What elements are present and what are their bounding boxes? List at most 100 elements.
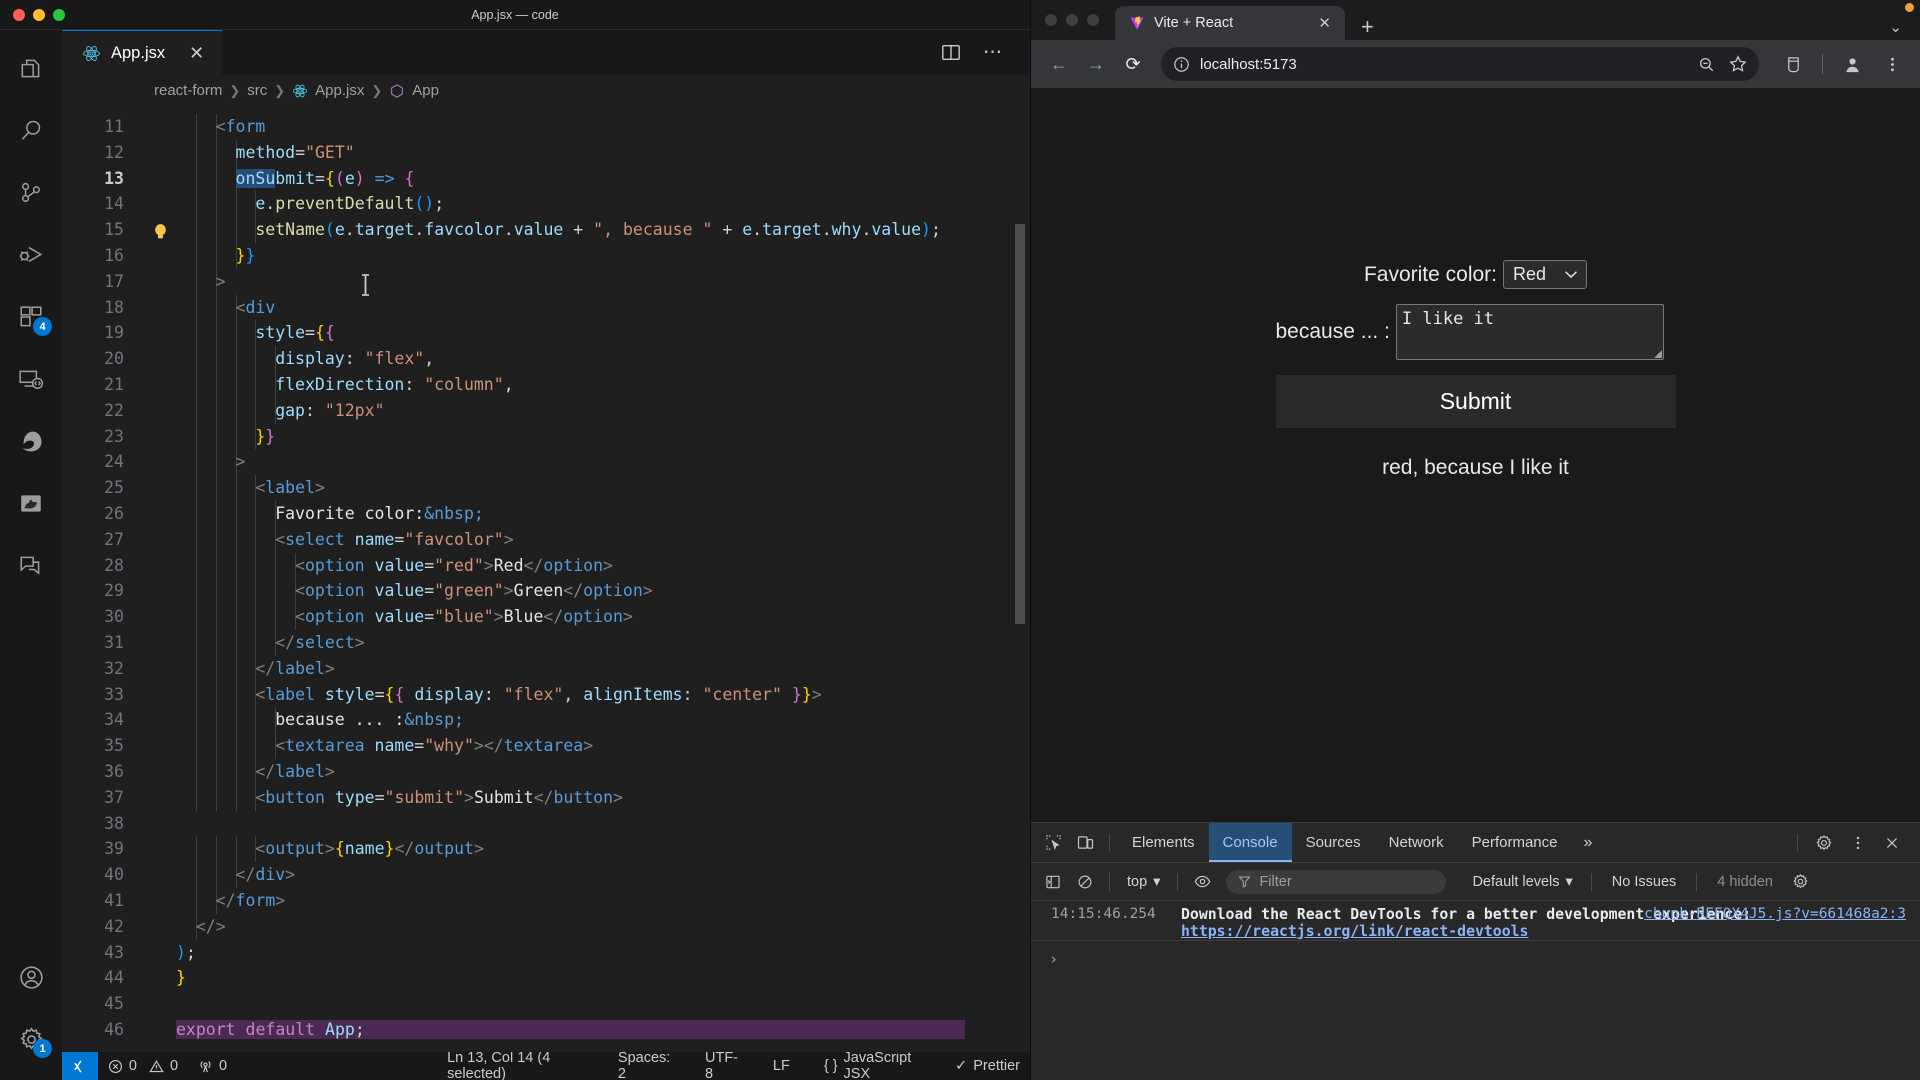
extensions-icon[interactable]: [1776, 47, 1810, 81]
sidebar-item-explorer[interactable]: [0, 38, 62, 100]
tab-performance[interactable]: Performance: [1458, 823, 1572, 862]
favorite-color-select[interactable]: Red: [1503, 260, 1588, 289]
remote-indicator-button[interactable]: [62, 1052, 98, 1080]
sidebar-item-chat[interactable]: [0, 534, 62, 596]
code-line[interactable]: 33 <label style={{ display: "flex", align…: [62, 681, 1030, 708]
sidebar-item-accounts[interactable]: [0, 946, 62, 1008]
browser-tab[interactable]: Vite + React ✕: [1115, 6, 1345, 40]
editor-scrollbar[interactable]: [1015, 106, 1028, 1052]
console-sidebar-icon[interactable]: [1037, 868, 1069, 896]
tab-network[interactable]: Network: [1375, 823, 1458, 862]
tab-app-jsx[interactable]: App.jsx ✕: [62, 30, 223, 75]
code-line[interactable]: 11 <form: [62, 114, 1030, 140]
console-levels-selector[interactable]: Default levels ▾: [1462, 874, 1582, 890]
maximize-window-button[interactable]: [1087, 14, 1099, 26]
code-line[interactable]: 38: [62, 811, 1030, 837]
star-icon[interactable]: [1729, 55, 1747, 73]
resize-grip-icon[interactable]: [1653, 350, 1662, 358]
code-line[interactable]: 46 export default App;: [62, 1017, 1030, 1043]
browser-tab-close-button[interactable]: ✕: [1314, 14, 1335, 32]
sidebar-item-extensions[interactable]: 4: [0, 286, 62, 348]
code-line[interactable]: 15 setName(e.target.favcolor.value + ", b…: [62, 217, 1030, 243]
sidebar-item-settings[interactable]: 1: [0, 1008, 62, 1070]
reload-button[interactable]: ⟳: [1116, 47, 1150, 81]
console-hidden-count[interactable]: 4 hidden: [1705, 874, 1785, 890]
status-language-mode[interactable]: { } JavaScript JSX: [814, 1050, 931, 1080]
console-message[interactable]: 14:15:46.254 chunk-REFQX4J5.js?v=661468a…: [1031, 901, 1920, 941]
device-toolbar-icon[interactable]: [1069, 829, 1101, 857]
code-line[interactable]: 42 </>: [62, 913, 1030, 940]
status-prettier[interactable]: ✓ Prettier: [945, 1058, 1030, 1074]
tab-console[interactable]: Console: [1208, 823, 1292, 862]
code-editor[interactable]: 11 <form 12 method="GET" 13 onSubmit={(e) => …: [62, 106, 1030, 1052]
code-line[interactable]: 32 </label>: [62, 655, 1030, 682]
sidebar-item-remote-explorer[interactable]: [0, 348, 62, 410]
code-line[interactable]: 25 <label>: [62, 475, 1030, 501]
info-circle-icon[interactable]: [1173, 56, 1190, 73]
back-button[interactable]: ←: [1042, 47, 1076, 81]
address-bar[interactable]: localhost:5173: [1161, 47, 1759, 81]
submit-button[interactable]: Submit: [1275, 375, 1676, 428]
close-window-button[interactable]: [13, 8, 25, 21]
code-line[interactable]: 30 <option value="blue">Blue</option>: [62, 604, 1030, 630]
code-line[interactable]: 43);: [62, 940, 1030, 966]
code-line[interactable]: 21 flexDirection: "column",: [62, 371, 1030, 398]
editor-scrollbar-thumb[interactable]: [1015, 224, 1025, 624]
console-issues-status[interactable]: No Issues: [1600, 874, 1688, 890]
breadcrumb[interactable]: react-form ❯ src ❯ App.jsx ❯ App: [62, 75, 1030, 106]
code-line[interactable]: 41 </form>: [62, 887, 1030, 914]
window-controls[interactable]: [0, 8, 65, 21]
split-editor-icon[interactable]: [941, 43, 961, 62]
console-message-source-link[interactable]: chunk-REFQX4J5.js?v=661468a2:3: [1644, 906, 1906, 922]
tab-close-button[interactable]: ✕: [189, 44, 204, 62]
code-line[interactable]: 35 <textarea name="why"></textarea>: [62, 733, 1030, 759]
code-line[interactable]: 20 display: "flex",: [62, 346, 1030, 372]
minimize-window-button[interactable]: [33, 8, 45, 21]
browser-window-controls[interactable]: [1045, 0, 1115, 40]
code-line[interactable]: 44}: [62, 965, 1030, 991]
breadcrumb-item-0[interactable]: react-form: [154, 82, 222, 99]
code-line[interactable]: 34 because ... :&nbsp;: [62, 707, 1030, 734]
code-line[interactable]: 31 </select>: [62, 629, 1030, 656]
code-line[interactable]: 40 </div>: [62, 862, 1030, 888]
code-line[interactable]: 22 gap: "12px": [62, 397, 1030, 424]
inspect-element-icon[interactable]: [1037, 829, 1069, 857]
code-lines[interactable]: 11 <form 12 method="GET" 13 onSubmit={(e) => …: [62, 106, 1030, 1043]
page-viewport[interactable]: Favorite color: Red because ... : I like…: [1031, 88, 1920, 822]
tab-search-chevron-icon[interactable]: ⌄: [1889, 18, 1920, 40]
status-cursor-position[interactable]: Ln 13, Col 14 (4 selected): [437, 1050, 594, 1080]
tab-sources[interactable]: Sources: [1292, 823, 1375, 862]
sidebar-item-edge-tools[interactable]: [0, 410, 62, 472]
status-indentation[interactable]: Spaces: 2: [608, 1050, 681, 1080]
console-context-selector[interactable]: top ▾: [1118, 874, 1169, 890]
editor-more-actions-button[interactable]: ⋯: [983, 43, 1004, 62]
code-line[interactable]: 29 <option value="green">Green</option>: [62, 578, 1030, 605]
breadcrumb-item-2[interactable]: App.jsx: [315, 82, 364, 99]
maximize-window-button[interactable]: [53, 8, 65, 21]
code-line[interactable]: 16}}: [62, 242, 1030, 269]
kebab-menu-icon[interactable]: [1875, 47, 1909, 81]
profile-icon[interactable]: [1835, 47, 1869, 81]
settings-gear-icon[interactable]: [1808, 829, 1840, 857]
clear-console-icon[interactable]: [1069, 868, 1101, 896]
console-message-link[interactable]: https://reactjs.org/link/react-devtools: [1181, 923, 1906, 940]
code-line[interactable]: 39 <output>{name}</output>: [62, 836, 1030, 863]
forward-button[interactable]: →: [1079, 47, 1113, 81]
code-line[interactable]: 45: [62, 991, 1030, 1017]
close-icon[interactable]: [1876, 829, 1908, 857]
why-textarea[interactable]: I like it: [1395, 304, 1664, 360]
minimize-window-button[interactable]: [1066, 14, 1078, 26]
code-line[interactable]: 13 onSubmit={(e) => {: [62, 165, 1030, 192]
sidebar-item-docker[interactable]: [0, 472, 62, 534]
code-line[interactable]: 14 e.preventDefault();: [62, 191, 1030, 218]
code-line[interactable]: 28 <option value="red">Red</option>: [62, 552, 1030, 579]
breadcrumb-item-1[interactable]: src: [247, 82, 267, 99]
sidebar-item-run-and-debug[interactable]: [0, 224, 62, 286]
url-text[interactable]: localhost:5173: [1200, 56, 1688, 73]
code-line[interactable]: 24 >: [62, 449, 1030, 476]
new-tab-button[interactable]: +: [1361, 16, 1374, 38]
breadcrumb-item-3[interactable]: App: [412, 82, 439, 99]
settings-gear-icon[interactable]: [1785, 868, 1817, 896]
code-line[interactable]: 37 <button type="submit">Submit</button>: [62, 784, 1030, 811]
more-tabs-button[interactable]: »: [1572, 834, 1605, 852]
